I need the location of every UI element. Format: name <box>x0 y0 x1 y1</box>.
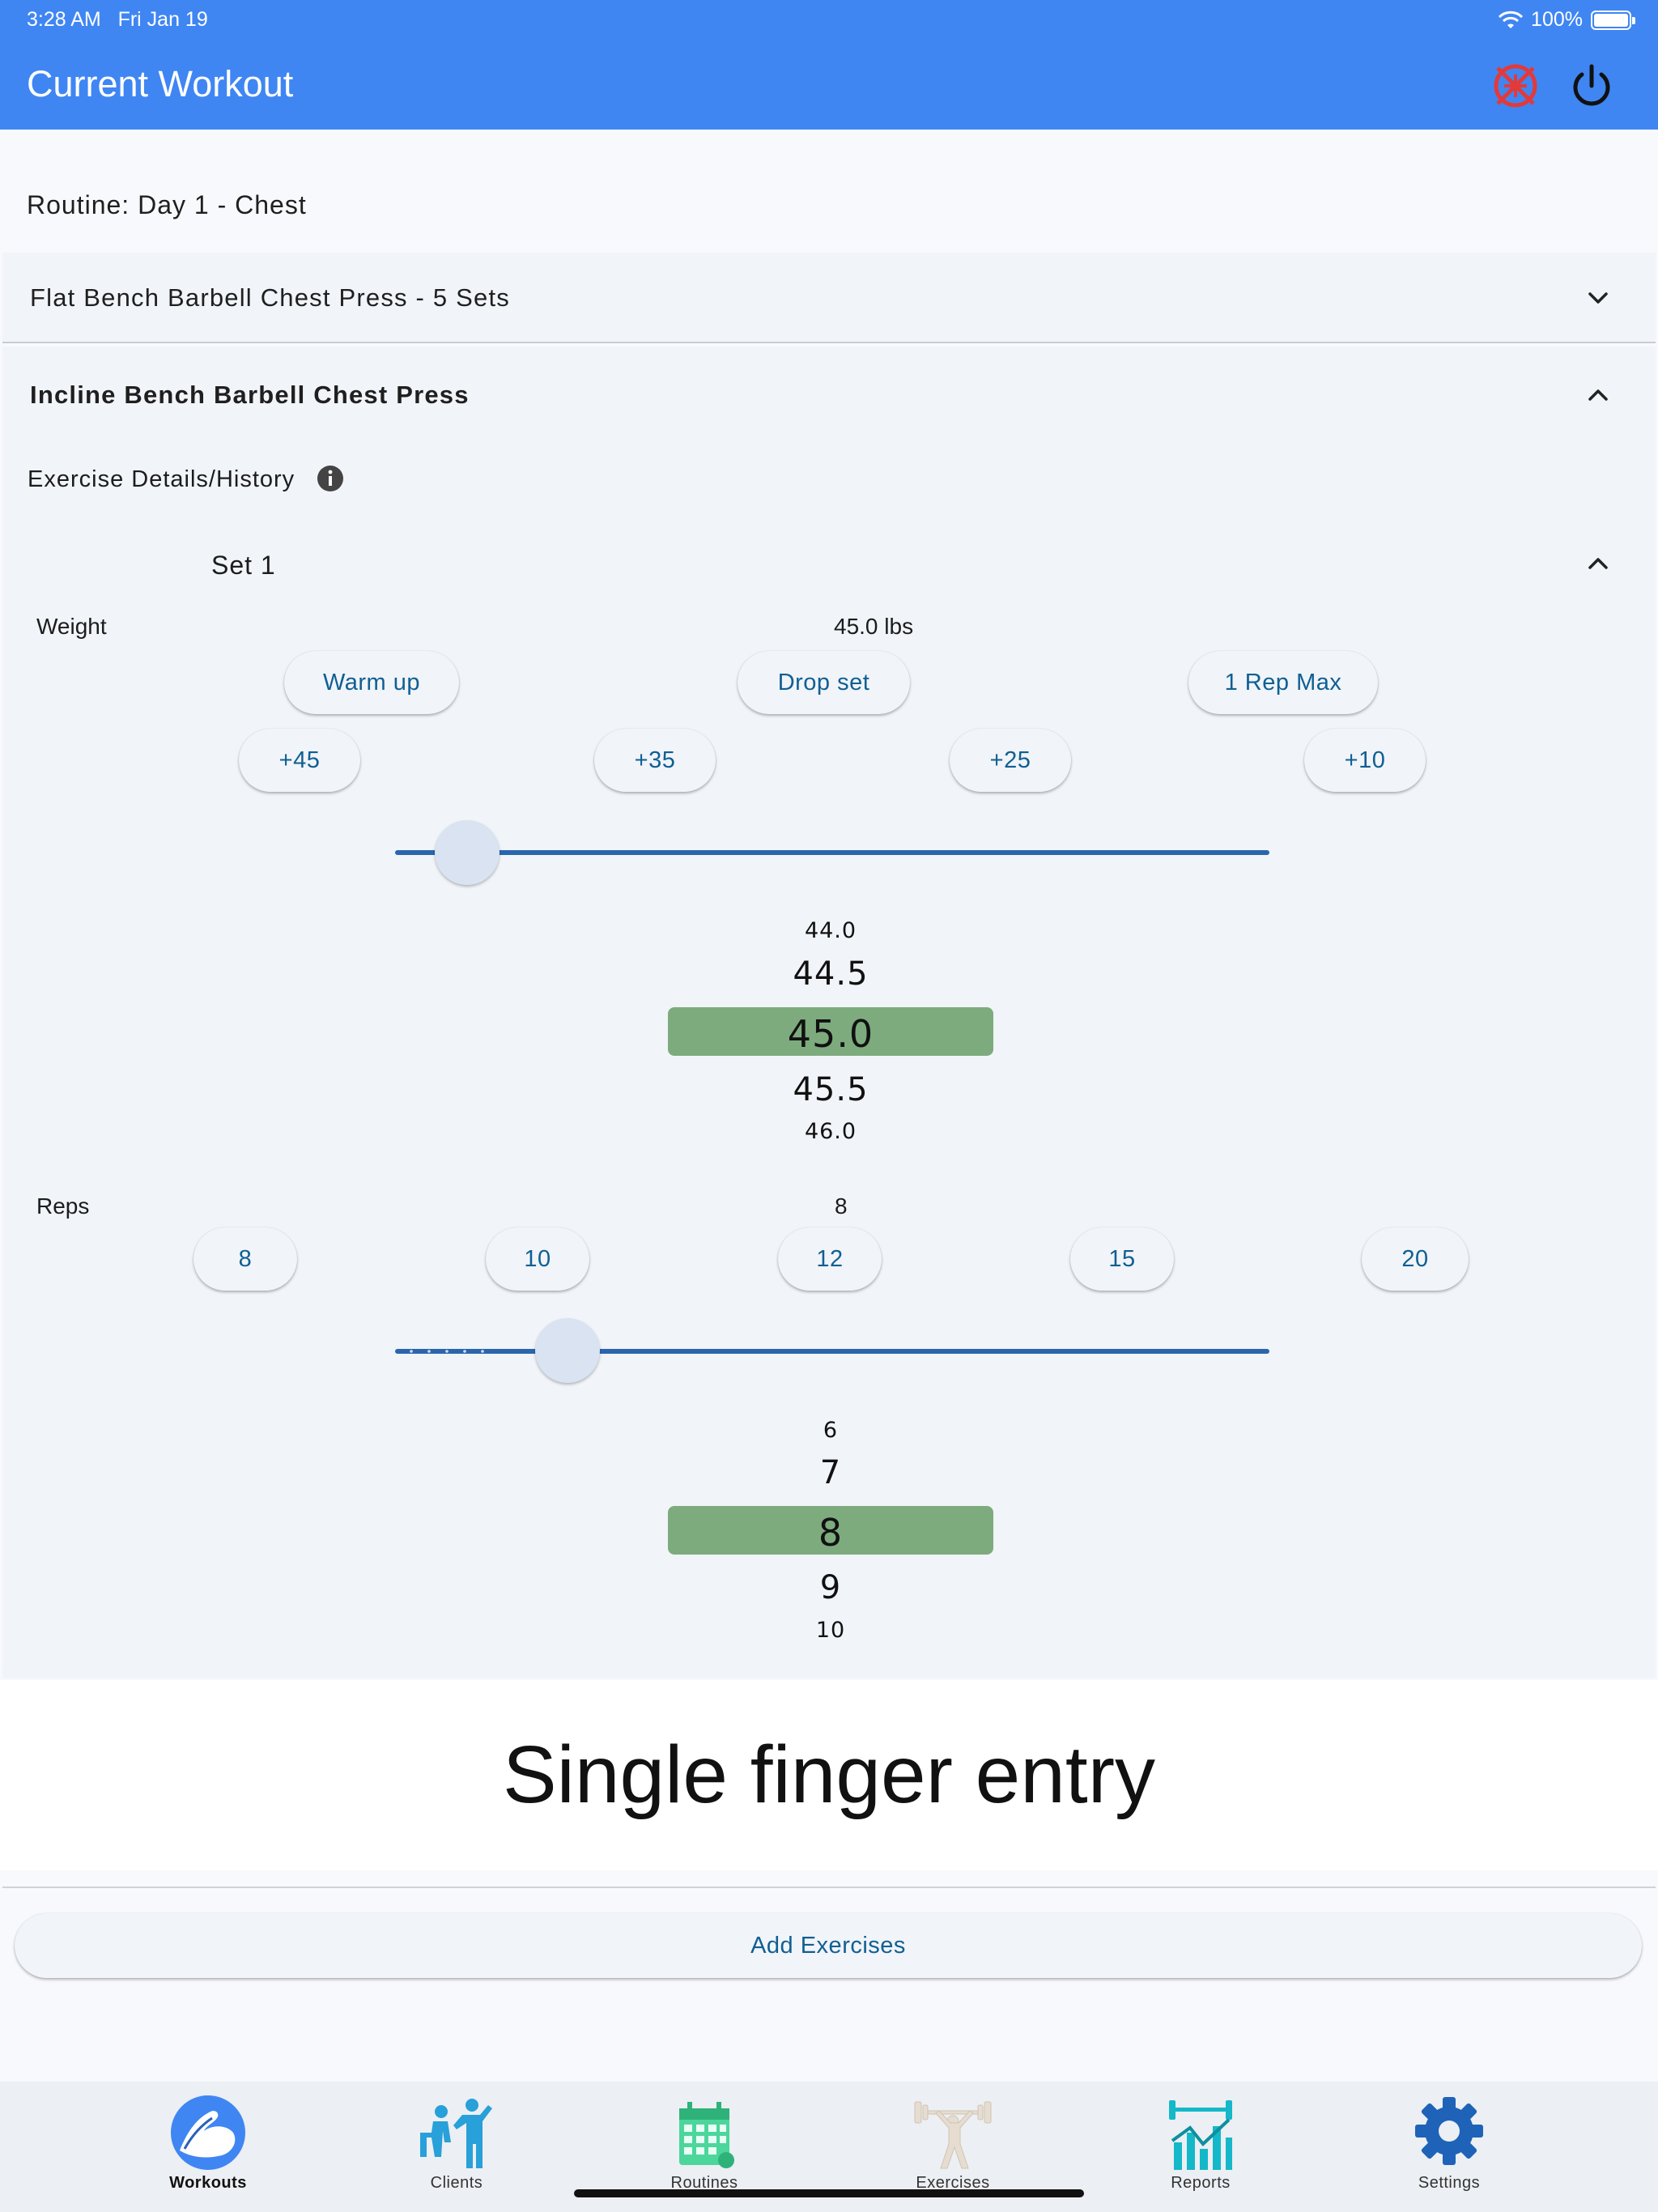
reps-8-button[interactable]: 8 <box>193 1227 297 1291</box>
weight-picker-item[interactable]: 44.0 <box>668 918 993 943</box>
warm-up-button[interactable]: Warm up <box>284 651 459 714</box>
reps-10-button[interactable]: 10 <box>486 1227 589 1291</box>
calendar-icon <box>679 2102 734 2168</box>
add-35-button[interactable]: +35 <box>594 729 716 792</box>
reps-15-button[interactable]: 15 <box>1070 1227 1174 1291</box>
caption-text: Single finger entry <box>0 1680 1658 1870</box>
status-date: Fri Jan 19 <box>117 8 208 31</box>
weight-picker-item[interactable]: 44.5 <box>668 955 993 993</box>
reports-icon <box>1169 2100 1232 2170</box>
add-25-button[interactable]: +25 <box>950 729 1071 792</box>
offline-button[interactable] <box>1488 58 1543 113</box>
home-indicator <box>574 2189 1084 2197</box>
status-time: 3:28 AM Fri Jan 19 <box>27 8 208 32</box>
nav-item-settings[interactable]: Settings <box>1360 2082 1538 2212</box>
nav-label: Workouts <box>169 2174 247 2192</box>
reps-picker-selected[interactable]: 8 <box>668 1511 993 1555</box>
nav-item-reports[interactable]: Reports <box>1112 2082 1290 2212</box>
reps-slider[interactable] <box>395 1349 1269 1354</box>
weight-slider[interactable] <box>395 850 1269 855</box>
chevron-down-icon[interactable] <box>1582 282 1614 314</box>
weight-picker-item[interactable]: 45.5 <box>668 1071 993 1108</box>
gear-icon <box>1415 2097 1483 2165</box>
one-rep-max-button[interactable]: 1 Rep Max <box>1188 651 1378 714</box>
divider <box>2 1887 1656 1888</box>
nav-item-workouts[interactable]: Workouts <box>119 2082 297 2212</box>
biceps-icon <box>171 2095 245 2170</box>
offline-icon <box>1494 64 1537 108</box>
reps-picker-item[interactable]: 7 <box>668 1454 993 1491</box>
wifi-icon <box>1499 11 1524 28</box>
reps-picker-item[interactable]: 10 <box>668 1618 993 1643</box>
reps-label: Reps <box>36 1193 90 1219</box>
reps-slider-thumb[interactable] <box>534 1318 600 1383</box>
add-exercises-button[interactable]: Add Exercises <box>15 1913 1642 1978</box>
reps-slider-ticks <box>410 1350 484 1353</box>
drop-set-button[interactable]: Drop set <box>738 651 910 714</box>
status-clock: 3:28 AM <box>27 8 101 31</box>
reps-20-button[interactable]: 20 <box>1362 1227 1469 1291</box>
chevron-up-icon[interactable] <box>1582 547 1614 580</box>
weight-picker-selected[interactable]: 45.0 <box>668 1012 993 1056</box>
add-10-button[interactable]: +10 <box>1304 729 1426 792</box>
reps-picker-item[interactable]: 6 <box>668 1418 993 1443</box>
nav-label: Reports <box>1171 2174 1231 2192</box>
exercise-title: Flat Bench Barbell Chest Press - 5 Sets <box>30 283 510 312</box>
details-link[interactable]: Exercise Details/History <box>28 466 295 493</box>
exercise-panel-incline-bench: Incline Bench Barbell Chest Press Exerci… <box>2 347 1656 1678</box>
weight-label: Weight <box>36 614 107 639</box>
reps-picker-item[interactable]: 9 <box>668 1569 993 1606</box>
info-icon[interactable] <box>316 464 345 493</box>
exercise-panel-flat-bench[interactable]: Flat Bench Barbell Chest Press - 5 Sets <box>2 253 1656 343</box>
weightlifter-icon <box>914 2101 992 2169</box>
power-icon <box>1573 64 1610 106</box>
power-button[interactable] <box>1564 58 1619 113</box>
routine-label: Routine: Day 1 - Chest <box>27 190 307 219</box>
reps-12-button[interactable]: 12 <box>778 1227 882 1291</box>
battery-icon <box>1591 10 1635 30</box>
weight-picker-item[interactable]: 46.0 <box>668 1119 993 1144</box>
weight-slider-thumb[interactable] <box>434 820 500 885</box>
exercise-title: Incline Bench Barbell Chest Press <box>30 381 470 409</box>
battery-percent: 100% <box>1531 8 1583 31</box>
nav-label: Settings <box>1418 2174 1481 2192</box>
weight-value: 45.0 lbs <box>834 614 914 639</box>
page-title: Current Workout <box>27 63 294 104</box>
status-right: 100% <box>1499 8 1635 32</box>
nav-label: Clients <box>430 2174 483 2192</box>
reps-value: 8 <box>835 1193 848 1219</box>
chevron-up-icon[interactable] <box>1582 379 1614 411</box>
set-title: Set 1 <box>211 551 276 580</box>
clients-icon <box>420 2099 492 2168</box>
add-45-button[interactable]: +45 <box>239 729 360 792</box>
nav-item-clients[interactable]: Clients <box>368 2082 546 2212</box>
